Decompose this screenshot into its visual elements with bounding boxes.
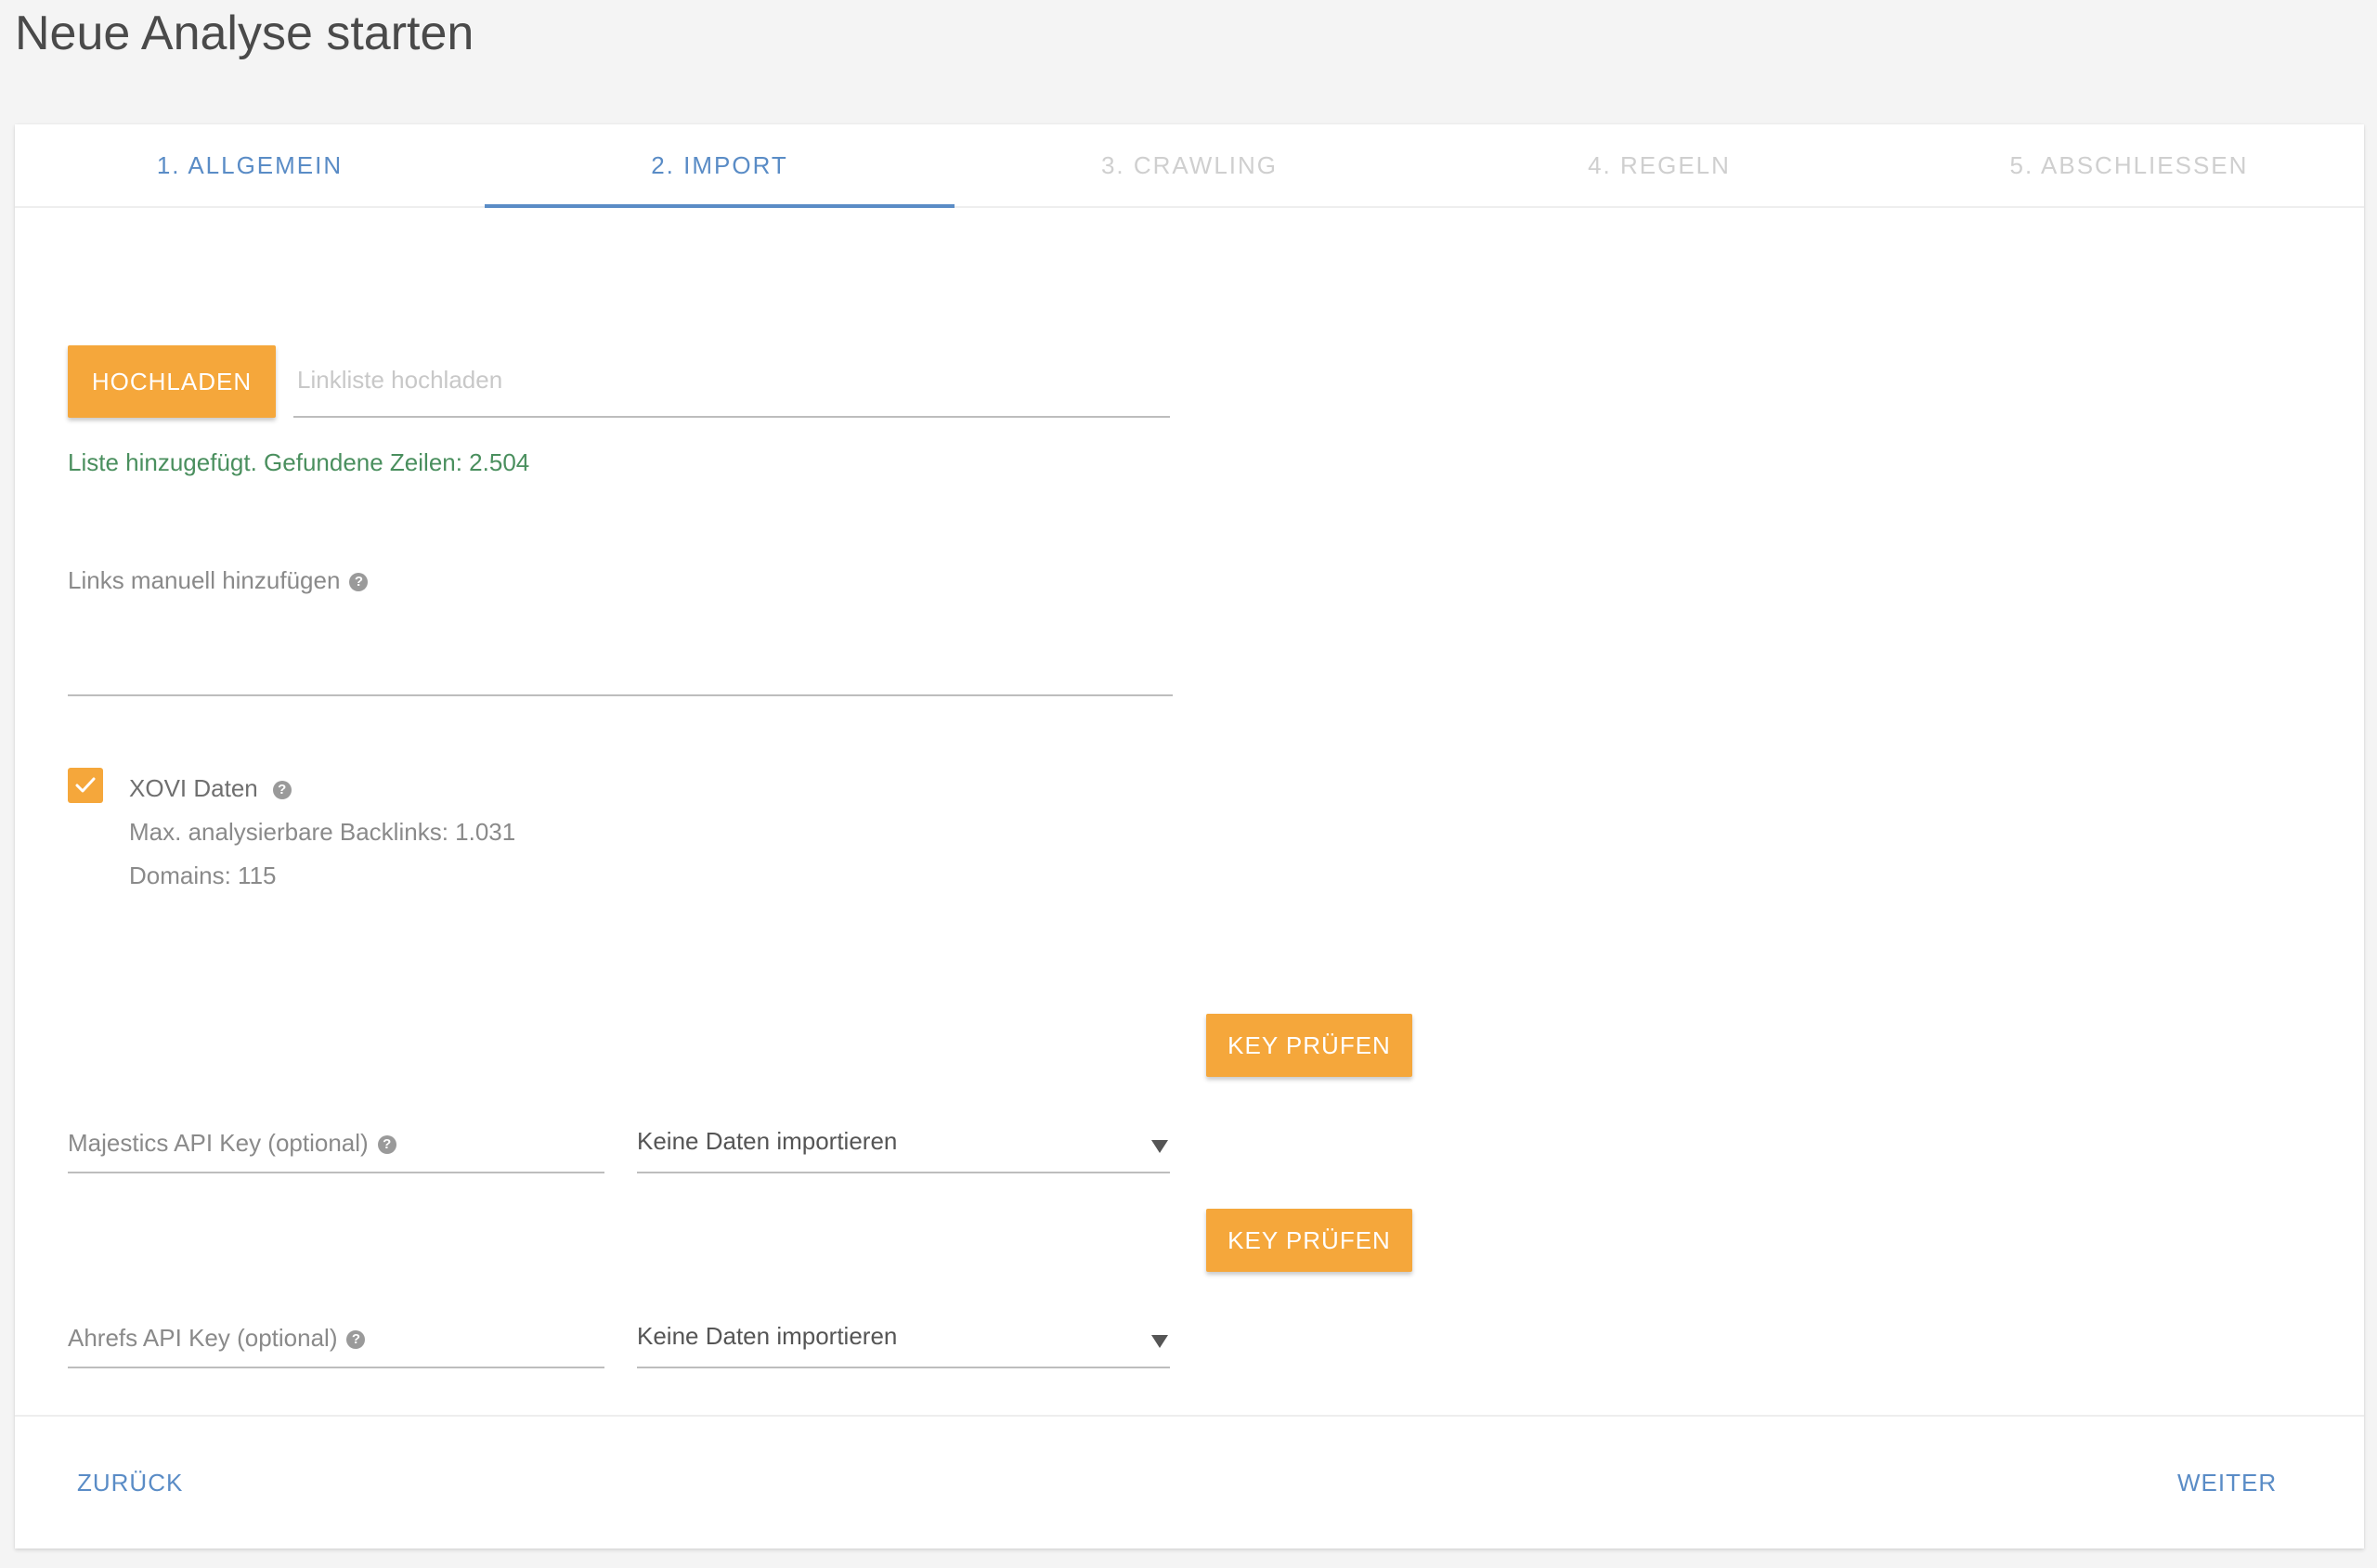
xovi-label: XOVI Daten? xyxy=(129,774,292,803)
help-icon[interactable]: ? xyxy=(272,781,292,799)
majestics-key-check-button[interactable]: Key prüfen xyxy=(1206,1014,1412,1077)
majestics-select-value: Keine Daten importieren xyxy=(637,1127,898,1155)
manual-links-label: Links manuell hinzufügen? xyxy=(68,566,369,595)
tab-crawling[interactable]: 3. Crawling xyxy=(955,124,1424,206)
footer-divider xyxy=(15,1415,2364,1417)
ahrefs-select-value: Keine Daten importieren xyxy=(637,1322,898,1350)
xovi-domains: Domains: 115 xyxy=(129,862,277,889)
linklist-upload-placeholder: Linkliste hochladen xyxy=(297,366,503,394)
tab-allgemein[interactable]: 1. Allgemein xyxy=(15,124,485,206)
wizard-card: 1. Allgemein 2. Import 3. Crawling 4. Re… xyxy=(15,124,2364,1549)
help-icon[interactable]: ? xyxy=(349,573,369,591)
tab-import[interactable]: 2. Import xyxy=(485,124,955,208)
page-title: Neue Analyse starten xyxy=(15,6,474,60)
help-icon[interactable]: ? xyxy=(377,1135,396,1154)
help-icon[interactable]: ? xyxy=(346,1330,366,1349)
xovi-label-text: XOVI Daten xyxy=(129,774,258,802)
majestics-api-key-input[interactable]: Majestics API Key (optional)? xyxy=(68,1099,604,1173)
ahrefs-api-key-label: Ahrefs API Key (optional)? xyxy=(68,1324,366,1353)
tab-regeln[interactable]: 4. Regeln xyxy=(1424,124,1894,206)
majestics-api-key-label-text: Majestics API Key (optional) xyxy=(68,1129,369,1157)
back-button[interactable]: Zurück xyxy=(77,1469,183,1497)
ahrefs-api-key-label-text: Ahrefs API Key (optional) xyxy=(68,1324,338,1352)
chevron-down-icon xyxy=(1151,1335,1168,1348)
ahrefs-api-key-input[interactable]: Ahrefs API Key (optional)? xyxy=(68,1294,604,1368)
xovi-checkbox[interactable] xyxy=(68,768,103,803)
manual-links-input[interactable] xyxy=(68,607,1173,696)
chevron-down-icon xyxy=(1151,1140,1168,1153)
linklist-upload-input[interactable]: Linkliste hochladen xyxy=(293,345,1170,418)
next-button[interactable]: Weiter xyxy=(2177,1469,2277,1497)
ahrefs-key-check-button[interactable]: Key prüfen xyxy=(1206,1209,1412,1272)
checkmark-icon xyxy=(75,777,96,793)
manual-links-label-text: Links manuell hinzufügen xyxy=(68,566,341,594)
majestics-api-key-label: Majestics API Key (optional)? xyxy=(68,1129,396,1158)
tab-abschliessen[interactable]: 5. Abschliessen xyxy=(1894,124,2364,206)
wizard-tabs: 1. Allgemein 2. Import 3. Crawling 4. Re… xyxy=(15,124,2364,208)
upload-status-message: Liste hinzugefügt. Gefundene Zeilen: 2.5… xyxy=(68,448,530,476)
xovi-max-backlinks: Max. analysierbare Backlinks: 1.031 xyxy=(129,818,516,846)
upload-button[interactable]: Hochladen xyxy=(68,345,276,418)
majestics-import-select[interactable]: Keine Daten importieren xyxy=(637,1099,1170,1173)
ahrefs-import-select[interactable]: Keine Daten importieren xyxy=(637,1294,1170,1368)
